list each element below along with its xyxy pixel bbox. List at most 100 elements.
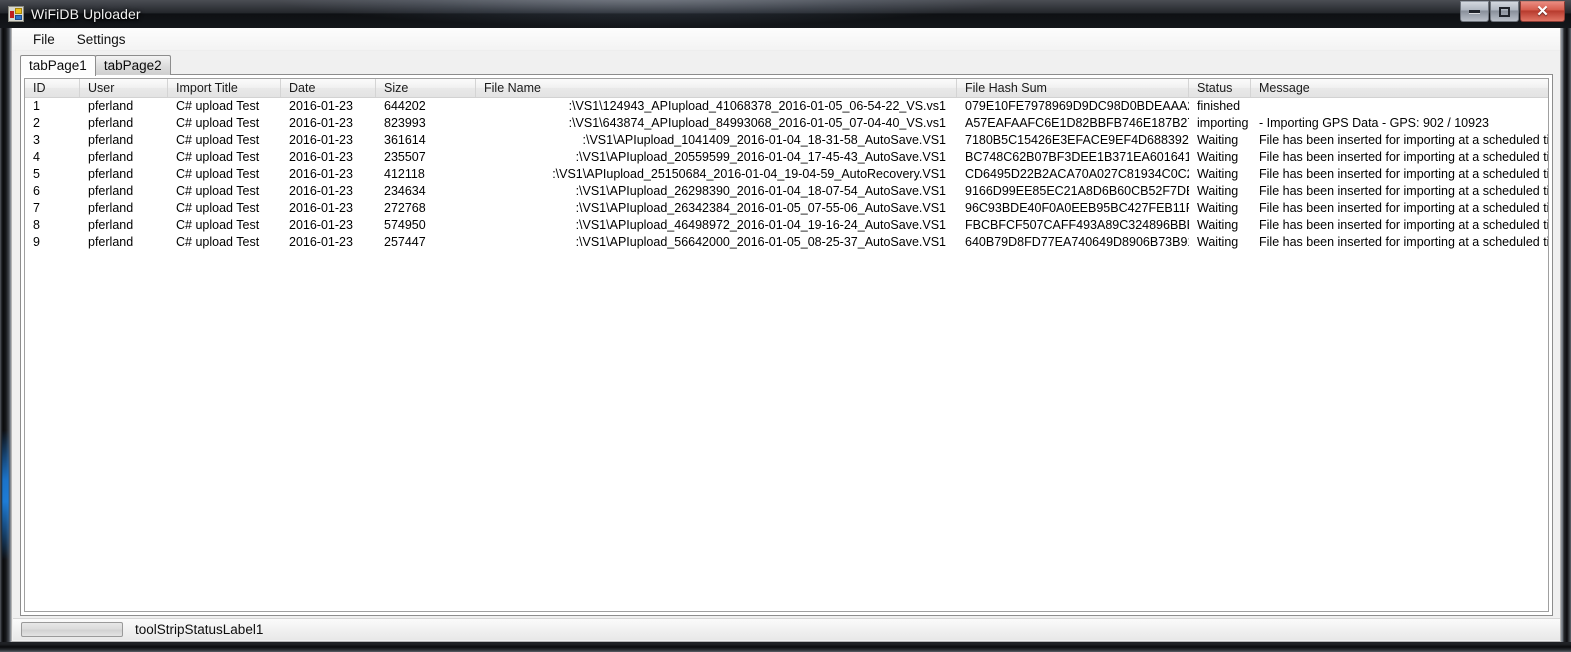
cell-title[interactable]: C# upload Test: [168, 98, 281, 115]
column-header-user[interactable]: User: [80, 79, 168, 97]
cell-stat[interactable]: Waiting: [1189, 217, 1251, 234]
table-row[interactable]: 5 pferland C# upload Test 2016-01-23 412118:…: [25, 166, 1548, 183]
table-row[interactable]: 4 pferland C# upload Test 2016-01-23 235507:…: [25, 149, 1548, 166]
cell-stat[interactable]: finished: [1189, 98, 1251, 115]
cell-file[interactable]: :\VS1\APIupload_1041409_2016-01-04_18-31…: [476, 132, 957, 149]
table-row[interactable]: 2 pferland C# upload Test 2016-01-23 823993:…: [25, 115, 1548, 132]
cell-stat[interactable]: importing: [1189, 115, 1251, 132]
cell-user[interactable]: pferland: [80, 149, 168, 166]
column-header-id[interactable]: ID: [25, 79, 80, 97]
cell-date[interactable]: 2016-01-23: [281, 200, 376, 217]
cell-hash[interactable]: FBCBFCF507CAFF493A89C324896BBE72: [957, 217, 1189, 234]
cell-user[interactable]: pferland: [80, 234, 168, 251]
cell-date[interactable]: 2016-01-23: [281, 183, 376, 200]
maximize-button[interactable]: [1490, 1, 1519, 22]
cell-user[interactable]: pferland: [80, 132, 168, 149]
cell-size[interactable]: 235507: [376, 149, 476, 166]
table-row[interactable]: 9 pferland C# upload Test 2016-01-23 257447:…: [25, 234, 1548, 251]
cell-user[interactable]: pferland: [80, 115, 168, 132]
cell-id[interactable]: 2: [25, 115, 80, 132]
column-header-file-hash-sum[interactable]: File Hash Sum: [957, 79, 1189, 97]
uploads-data-grid[interactable]: ID User Import Title Date Size File Name…: [24, 78, 1549, 612]
cell-file[interactable]: :\VS1\124943_APIupload_41068378_2016-01-…: [476, 98, 957, 115]
cell-file[interactable]: :\VS1\APIupload_26298390_2016-01-04_18-0…: [476, 183, 957, 200]
cell-size[interactable]: 257447: [376, 234, 476, 251]
cell-size[interactable]: 574950: [376, 217, 476, 234]
table-row[interactable]: 8 pferland C# upload Test 2016-01-23 574950:…: [25, 217, 1548, 234]
cell-title[interactable]: C# upload Test: [168, 217, 281, 234]
cell-user[interactable]: pferland: [80, 166, 168, 183]
cell-user[interactable]: pferland: [80, 217, 168, 234]
cell-file[interactable]: :\VS1\APIupload_46498972_2016-01-04_19-1…: [476, 217, 957, 234]
cell-msg[interactable]: File has been inserted for importing at …: [1251, 149, 1548, 166]
cell-date[interactable]: 2016-01-23: [281, 132, 376, 149]
cell-file[interactable]: :\VS1\643874_APIupload_84993068_2016-01-…: [476, 115, 957, 132]
cell-hash[interactable]: 079E10FE7978969D9DC98D0BDEAAA24D: [957, 98, 1189, 115]
cell-hash[interactable]: CD6495D22B2ACA70A027C81934C0C2AC: [957, 166, 1189, 183]
cell-stat[interactable]: Waiting: [1189, 166, 1251, 183]
cell-msg[interactable]: - Importing GPS Data - GPS: 902 / 10923: [1251, 115, 1548, 132]
cell-hash[interactable]: 640B79D8FD77EA740649D8906B73B91B: [957, 234, 1189, 251]
cell-title[interactable]: C# upload Test: [168, 234, 281, 251]
cell-hash[interactable]: 96C93BDE40F0A0EEB95BC427FEB11F8F: [957, 200, 1189, 217]
cell-size[interactable]: 272768: [376, 200, 476, 217]
cell-date[interactable]: 2016-01-23: [281, 98, 376, 115]
cell-user[interactable]: pferland: [80, 98, 168, 115]
cell-title[interactable]: C# upload Test: [168, 200, 281, 217]
cell-hash[interactable]: 9166D99EE85EC21A8D6B60CB52F7DB3C: [957, 183, 1189, 200]
cell-title[interactable]: C# upload Test: [168, 115, 281, 132]
cell-msg[interactable]: File has been inserted for importing at …: [1251, 166, 1548, 183]
cell-date[interactable]: 2016-01-23: [281, 149, 376, 166]
cell-msg[interactable]: File has been inserted for importing at …: [1251, 200, 1548, 217]
column-header-date[interactable]: Date: [281, 79, 376, 97]
cell-title[interactable]: C# upload Test: [168, 149, 281, 166]
menu-item-file[interactable]: File: [22, 29, 66, 50]
cell-size[interactable]: 644202: [376, 98, 476, 115]
cell-id[interactable]: 9: [25, 234, 80, 251]
cell-id[interactable]: 1: [25, 98, 80, 115]
cell-id[interactable]: 3: [25, 132, 80, 149]
menu-item-settings[interactable]: Settings: [66, 29, 137, 50]
cell-stat[interactable]: Waiting: [1189, 183, 1251, 200]
tab-tabpage1[interactable]: tabPage1: [20, 55, 96, 76]
cell-size[interactable]: 361614: [376, 132, 476, 149]
column-header-status[interactable]: Status: [1189, 79, 1251, 97]
cell-title[interactable]: C# upload Test: [168, 132, 281, 149]
cell-stat[interactable]: Waiting: [1189, 149, 1251, 166]
cell-date[interactable]: 2016-01-23: [281, 166, 376, 183]
cell-file[interactable]: :\VS1\APIupload_26342384_2016-01-05_07-5…: [476, 200, 957, 217]
cell-id[interactable]: 6: [25, 183, 80, 200]
cell-id[interactable]: 7: [25, 200, 80, 217]
table-row[interactable]: 6 pferland C# upload Test 2016-01-23 234634:…: [25, 183, 1548, 200]
table-row[interactable]: 1 pferland C# upload Test 2016-01-23 644202:…: [25, 98, 1548, 115]
cell-date[interactable]: 2016-01-23: [281, 234, 376, 251]
cell-msg[interactable]: File has been inserted for importing at …: [1251, 217, 1548, 234]
cell-date[interactable]: 2016-01-23: [281, 217, 376, 234]
cell-hash[interactable]: A57EAFAAFC6E1D82BBFB746E187B27F7: [957, 115, 1189, 132]
column-header-file-name[interactable]: File Name: [476, 79, 957, 97]
tab-tabpage2[interactable]: tabPage2: [94, 55, 171, 75]
cell-file[interactable]: :\VS1\APIupload_20559599_2016-01-04_17-4…: [476, 149, 957, 166]
table-row[interactable]: 3 pferland C# upload Test 2016-01-23 361614:…: [25, 132, 1548, 149]
cell-hash[interactable]: 7180B5C15426E3EFACE9EF4D68839261: [957, 132, 1189, 149]
cell-date[interactable]: 2016-01-23: [281, 115, 376, 132]
cell-id[interactable]: 4: [25, 149, 80, 166]
cell-stat[interactable]: Waiting: [1189, 200, 1251, 217]
cell-stat[interactable]: Waiting: [1189, 132, 1251, 149]
close-button[interactable]: ✕: [1520, 1, 1565, 22]
cell-msg[interactable]: File has been inserted for importing at …: [1251, 183, 1548, 200]
cell-title[interactable]: C# upload Test: [168, 183, 281, 200]
column-header-import-title[interactable]: Import Title: [168, 79, 281, 97]
cell-file[interactable]: :\VS1\APIupload_56642000_2016-01-05_08-2…: [476, 234, 957, 251]
title-bar[interactable]: WiFiDB Uploader ✕: [0, 0, 1571, 28]
cell-size[interactable]: 823993: [376, 115, 476, 132]
cell-size[interactable]: 412118: [376, 166, 476, 183]
cell-msg[interactable]: File has been inserted for importing at …: [1251, 132, 1548, 149]
column-header-message[interactable]: Message: [1251, 79, 1548, 97]
cell-file[interactable]: :\VS1\APIupload_25150684_2016-01-04_19-0…: [476, 166, 957, 183]
cell-hash[interactable]: BC748C62B07BF3DEE1B371EA6016413E: [957, 149, 1189, 166]
cell-size[interactable]: 234634: [376, 183, 476, 200]
table-row[interactable]: 7 pferland C# upload Test 2016-01-23 272768:…: [25, 200, 1548, 217]
cell-user[interactable]: pferland: [80, 183, 168, 200]
cell-stat[interactable]: Waiting: [1189, 234, 1251, 251]
